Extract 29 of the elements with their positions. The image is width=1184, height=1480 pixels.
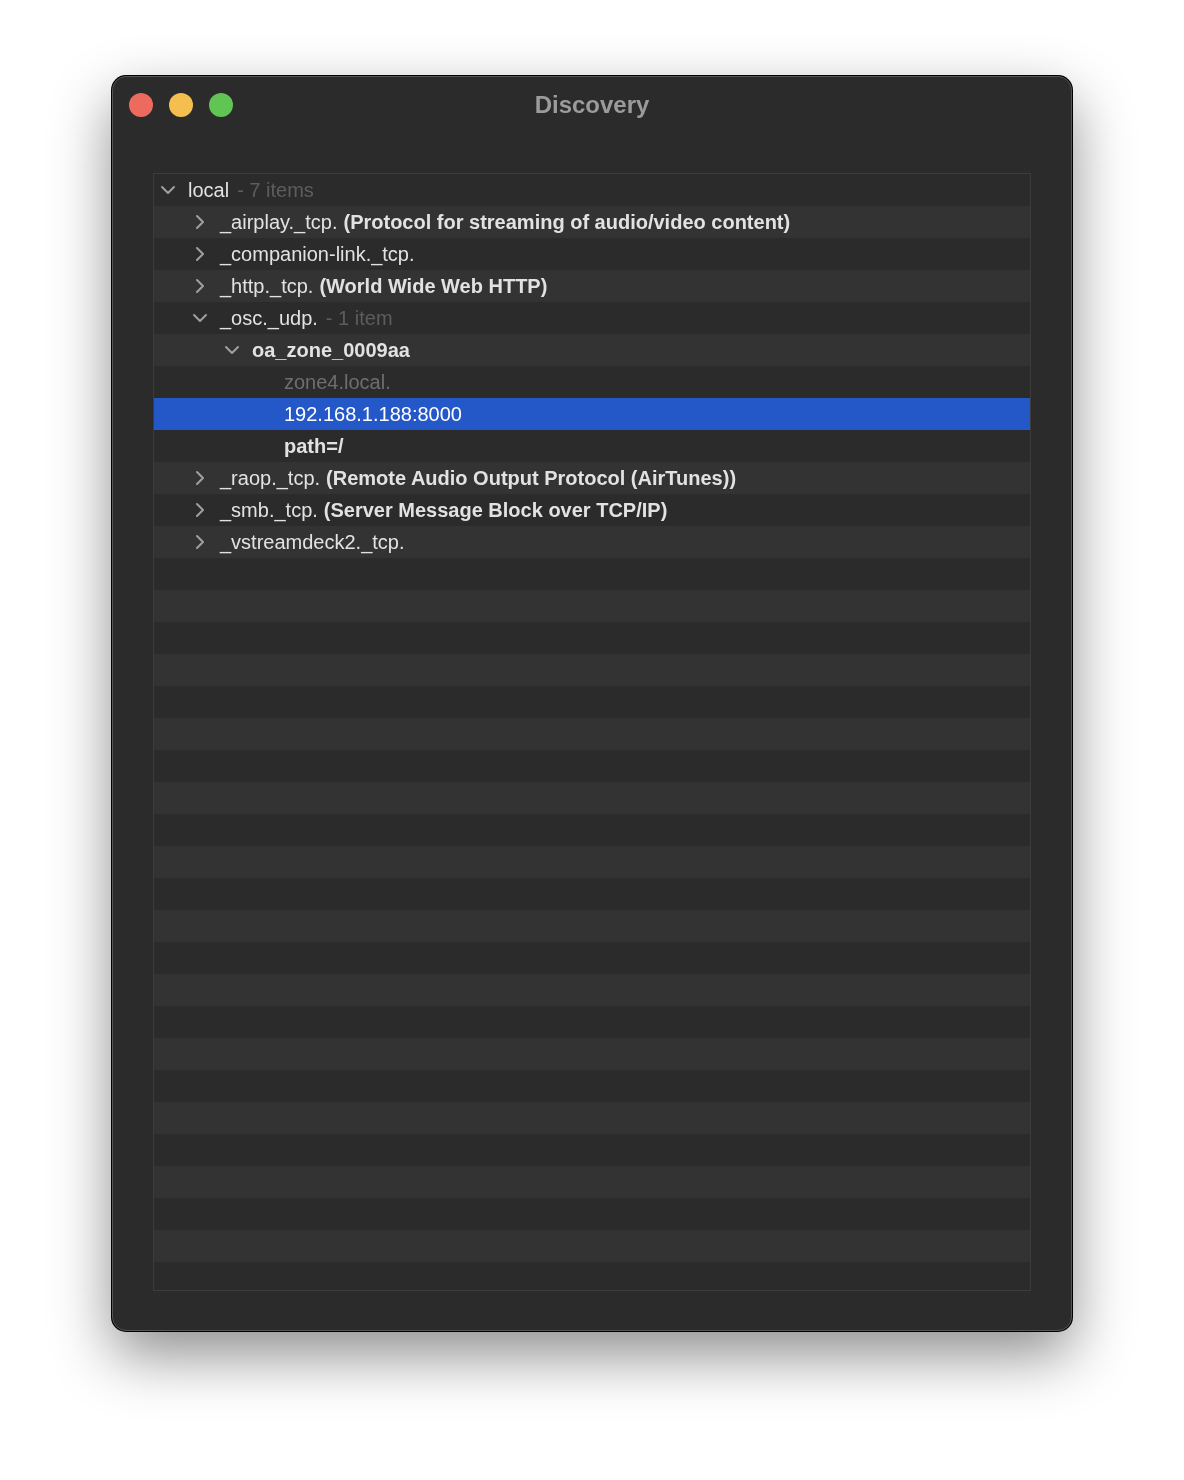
- tree-row[interactable]: _http._tcp. (World Wide Web HTTP): [154, 270, 1030, 302]
- item-name: _companion-link._tcp.: [220, 242, 415, 266]
- item-description: (Protocol for streaming of audio/video content): [343, 210, 791, 234]
- item-name: _vstreamdeck2._tcp.: [220, 530, 405, 554]
- minimize-button[interactable]: [169, 93, 193, 117]
- tree-row[interactable]: _airplay._tcp. (Protocol for streaming of audio/video content): [154, 206, 1030, 238]
- close-button[interactable]: [129, 93, 153, 117]
- tree-row[interactable]: _companion-link._tcp.: [154, 238, 1030, 270]
- window-title: Discovery: [534, 91, 650, 119]
- tree-row[interactable]: oa_zone_0009aa: [154, 334, 1030, 366]
- item-name: _osc._udp.: [220, 306, 318, 330]
- tree-row[interactable]: 192.168.1.188:8000: [154, 398, 1030, 430]
- item-name: path=/: [284, 434, 344, 458]
- tree-row[interactable]: _smb._tcp. (Server Message Block over TCP/IP): [154, 494, 1030, 526]
- tree-row[interactable]: path=/: [154, 430, 1030, 462]
- item-name: _raop._tcp.: [220, 466, 321, 490]
- item-name: _smb._tcp.: [220, 498, 318, 522]
- zoom-button[interactable]: [209, 93, 233, 117]
- tree-row[interactable]: _vstreamdeck2._tcp.: [154, 526, 1030, 558]
- item-name: local: [188, 178, 230, 202]
- item-description: (Remote Audio Output Protocol (AirTunes)): [326, 466, 737, 490]
- item-name: zone4.local.: [284, 370, 391, 394]
- item-name: oa_zone_0009aa: [252, 338, 410, 362]
- item-name: _airplay._tcp.: [220, 210, 338, 234]
- item-description: (Server Message Block over TCP/IP): [323, 498, 668, 522]
- item-name: 192.168.1.188:8000: [284, 402, 462, 426]
- item-description: (World Wide Web HTTP): [319, 274, 548, 298]
- item-name: _http._tcp.: [220, 274, 314, 298]
- tree-row[interactable]: _raop._tcp. (Remote Audio Output Protocol (AirTunes)): [154, 462, 1030, 494]
